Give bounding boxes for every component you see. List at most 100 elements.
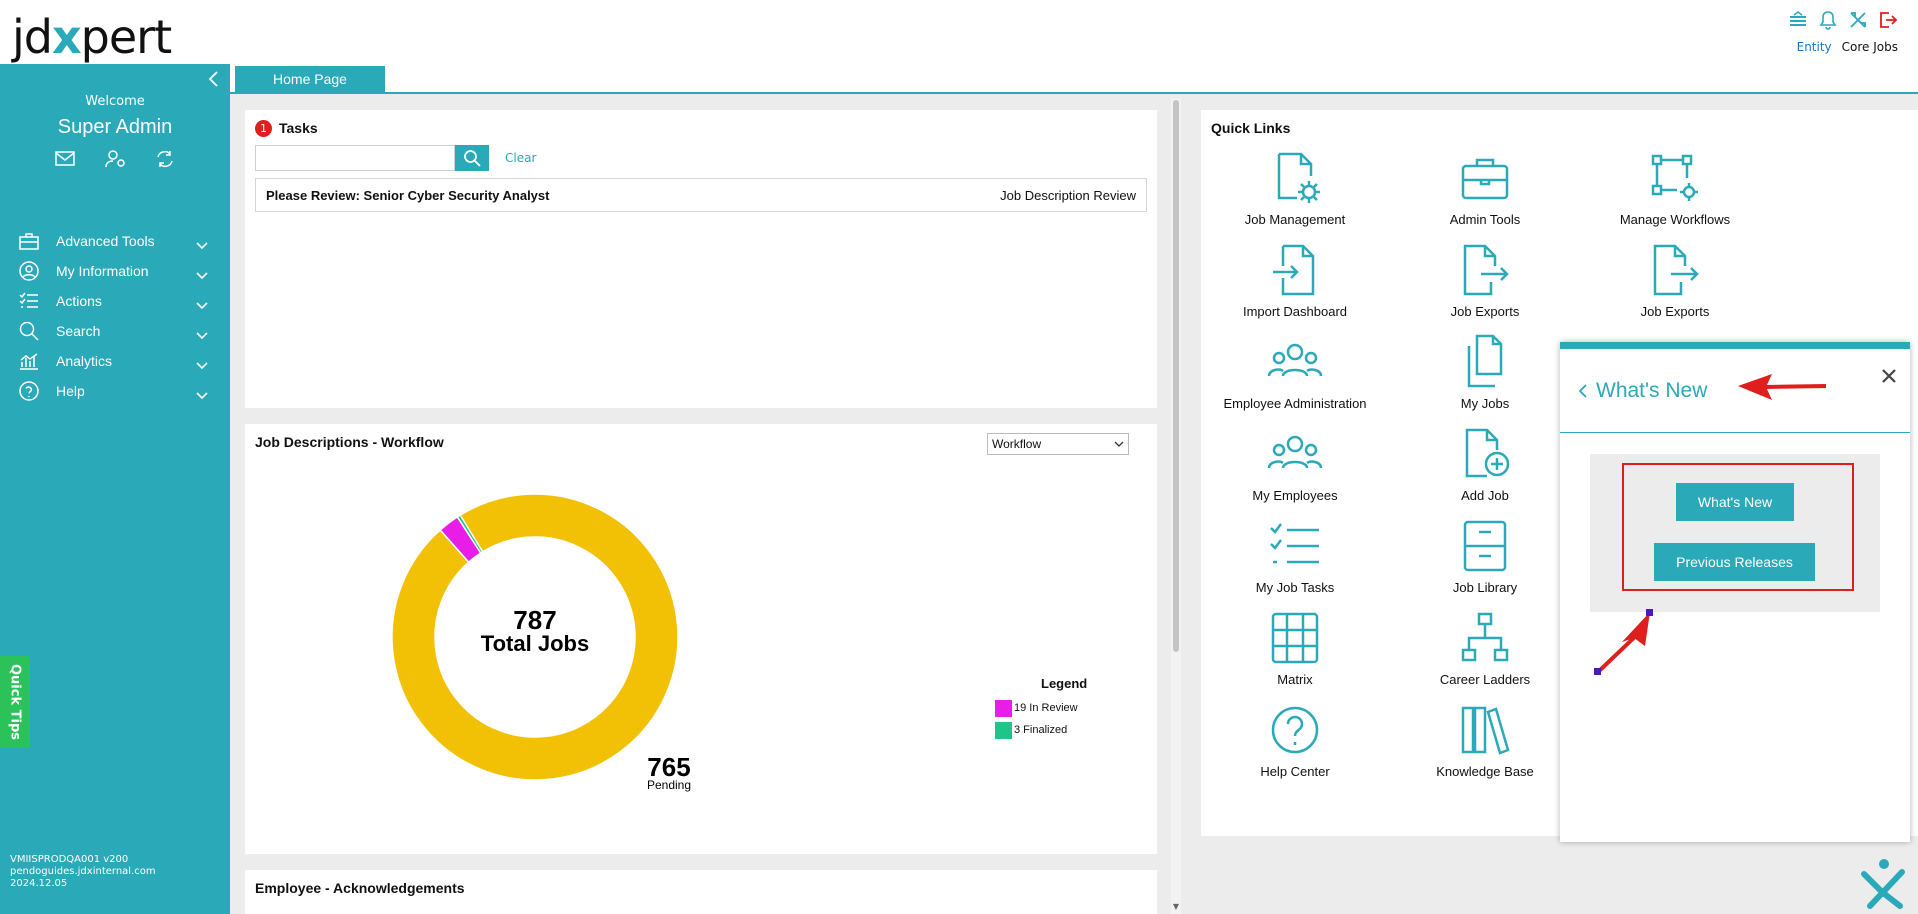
jdxpert-brand-icon [1861, 859, 1905, 909]
sidebar-item-label: My Information [56, 263, 149, 279]
sidebar-item-label: Search [56, 323, 101, 339]
user-name: Super Admin [57, 116, 173, 138]
quick-link-label: Help Center [1260, 764, 1330, 779]
highlight-box [1622, 463, 1854, 591]
scroll-down-arrow[interactable]: ▼ [1171, 902, 1181, 912]
task-type: Job Description Review [1000, 187, 1136, 203]
quick-link-help-center[interactable]: Help Center [1205, 702, 1385, 779]
quick-link-label: Import Dashboard [1242, 304, 1348, 319]
quick-link-job-management[interactable]: Job Management [1205, 150, 1385, 227]
job-management-icon [1277, 152, 1320, 203]
entity-link[interactable]: Entity [1797, 40, 1832, 54]
chevron-down-icon [196, 327, 208, 340]
quick-link-job-library[interactable]: Job Library [1395, 518, 1575, 595]
sidebar-item-actions[interactable]: Actions [0, 286, 230, 316]
quick-link-admin-tools[interactable]: Admin Tools [1395, 150, 1575, 227]
scrollbar-thumb[interactable] [1173, 100, 1179, 652]
tasks-search-input[interactable] [255, 145, 455, 171]
quick-link-label: My Jobs [1460, 396, 1510, 411]
core-jobs-link[interactable]: Core Jobs [1842, 40, 1898, 54]
bell-icon[interactable] [1818, 10, 1838, 30]
quick-link-my-employees[interactable]: My Employees [1205, 426, 1385, 503]
whats-new-header[interactable]: What's New [1578, 379, 1707, 403]
chevron-down-icon [196, 267, 208, 280]
switch-user-icon[interactable] [155, 150, 175, 168]
whats-new-popup: What's New What's New Previous Releases [1560, 342, 1910, 842]
sidebar-item-label: Analytics [56, 353, 113, 369]
legend-label: 3 Finalized [1014, 724, 1068, 736]
quick-link-label: Job Exports [1640, 304, 1710, 319]
quick-link-label: Knowledge Base [1436, 764, 1534, 779]
quick-link-import-dashboard[interactable]: Import Dashboard [1205, 242, 1385, 319]
chart-legend: Legend 19 In Review 3 Finalized [995, 676, 1087, 741]
job-descriptions-panel: Job Descriptions - Workflow Workflow 787… [245, 424, 1157, 854]
quick-link-label: Job Exports [1450, 304, 1520, 319]
acknowledgements-panel: Employee - Acknowledgements [245, 870, 1157, 914]
quick-tips-tab[interactable]: Quick Tips [0, 656, 30, 748]
quick-link-label: Matrix [1277, 672, 1313, 687]
close-icon[interactable] [1880, 367, 1898, 385]
job-library-icon [1463, 520, 1507, 572]
tools-icon[interactable] [1848, 10, 1868, 30]
legend-swatch [995, 699, 1012, 717]
chevron-down-icon [196, 297, 208, 310]
quick-link-career-ladders[interactable]: Career Ladders [1395, 610, 1575, 687]
popup-divider [1560, 432, 1910, 433]
sidebar-item-my-information[interactable]: My Information [0, 256, 230, 286]
legend-item-in-review[interactable]: 19 In Review [995, 697, 1087, 719]
quick-link-job-exports-2[interactable]: Job Exports [1585, 242, 1765, 319]
help-center-icon [1271, 706, 1319, 754]
chevron-down-icon [196, 387, 208, 400]
quick-link-knowledge-base[interactable]: Knowledge Base [1395, 702, 1575, 779]
tab-home-page[interactable]: Home Page [235, 66, 385, 92]
pending-label: Pending [647, 778, 691, 792]
acknowledgements-title: Employee - Acknowledgements [255, 880, 465, 896]
quick-link-label: Add Job [1461, 488, 1509, 503]
jdxpert-logo[interactable]: jdxpert [12, 4, 172, 60]
quick-link-label: Job Library [1452, 580, 1518, 595]
whats-new-title: What's New [1596, 379, 1708, 402]
tasks-panel: 1 Tasks Clear Please Review: Senior Cybe… [245, 110, 1157, 408]
server-version: VMIISPRODQA001 v200 [10, 854, 129, 865]
quick-link-label: My Job Tasks [1255, 580, 1335, 595]
quick-link-label: Employee Administration [1223, 396, 1367, 411]
profile-actions [0, 150, 230, 168]
build-date: 2024.12.05 [10, 878, 68, 889]
chevron-down-icon [196, 357, 208, 370]
donut-center-label: Total Jobs [481, 631, 589, 656]
sidebar: Welcome Super Admin Advanced Tools My In… [0, 64, 230, 914]
task-row[interactable]: Please Review: Senior Cyber Security Ana… [255, 178, 1147, 212]
quick-links-title: Quick Links [1211, 120, 1291, 136]
chevron-left-icon [1578, 384, 1587, 398]
sidebar-item-search[interactable]: Search [0, 316, 230, 346]
legend-item-finalized[interactable]: 3 Finalized [995, 719, 1087, 741]
sidebar-item-analytics[interactable]: Analytics [0, 346, 230, 376]
logout-icon[interactable] [1878, 10, 1898, 30]
quick-link-label: My Employees [1252, 488, 1338, 503]
matrix-icon [1271, 612, 1319, 664]
sidebar-item-label: Advanced Tools [56, 233, 155, 249]
my-employees-icon [1267, 435, 1323, 469]
clear-search-link[interactable]: Clear [505, 151, 536, 165]
quick-link-add-job[interactable]: Add Job [1395, 426, 1575, 503]
sidebar-item-advanced-tools[interactable]: Advanced Tools [0, 226, 230, 256]
quick-link-job-exports[interactable]: Job Exports [1395, 242, 1575, 319]
quick-link-manage-workflows[interactable]: Manage Workflows [1585, 150, 1765, 227]
legend-title: Legend [1041, 676, 1088, 691]
mail-icon[interactable] [55, 150, 75, 168]
collapse-sidebar-icon[interactable] [206, 70, 220, 88]
add-job-icon [1465, 428, 1510, 478]
legend-label: 19 In Review [1014, 702, 1078, 714]
layers-icon[interactable] [1788, 10, 1808, 30]
sidebar-item-help[interactable]: Help [0, 376, 230, 406]
manage-workflows-icon [1651, 154, 1698, 201]
sidebar-item-label: Help [56, 383, 85, 399]
tasks-search-button[interactable] [455, 145, 489, 171]
version-info: VMIISPRODQA001 v200 pendoguides.jdxinter… [10, 854, 156, 890]
analytics-icon [18, 350, 40, 372]
quick-link-my-job-tasks[interactable]: My Job Tasks [1205, 518, 1385, 595]
quick-link-employee-administration[interactable]: Employee Administration [1205, 334, 1385, 411]
quick-link-matrix[interactable]: Matrix [1205, 610, 1385, 687]
user-settings-icon[interactable] [105, 150, 125, 168]
quick-link-my-jobs[interactable]: My Jobs [1395, 334, 1575, 411]
